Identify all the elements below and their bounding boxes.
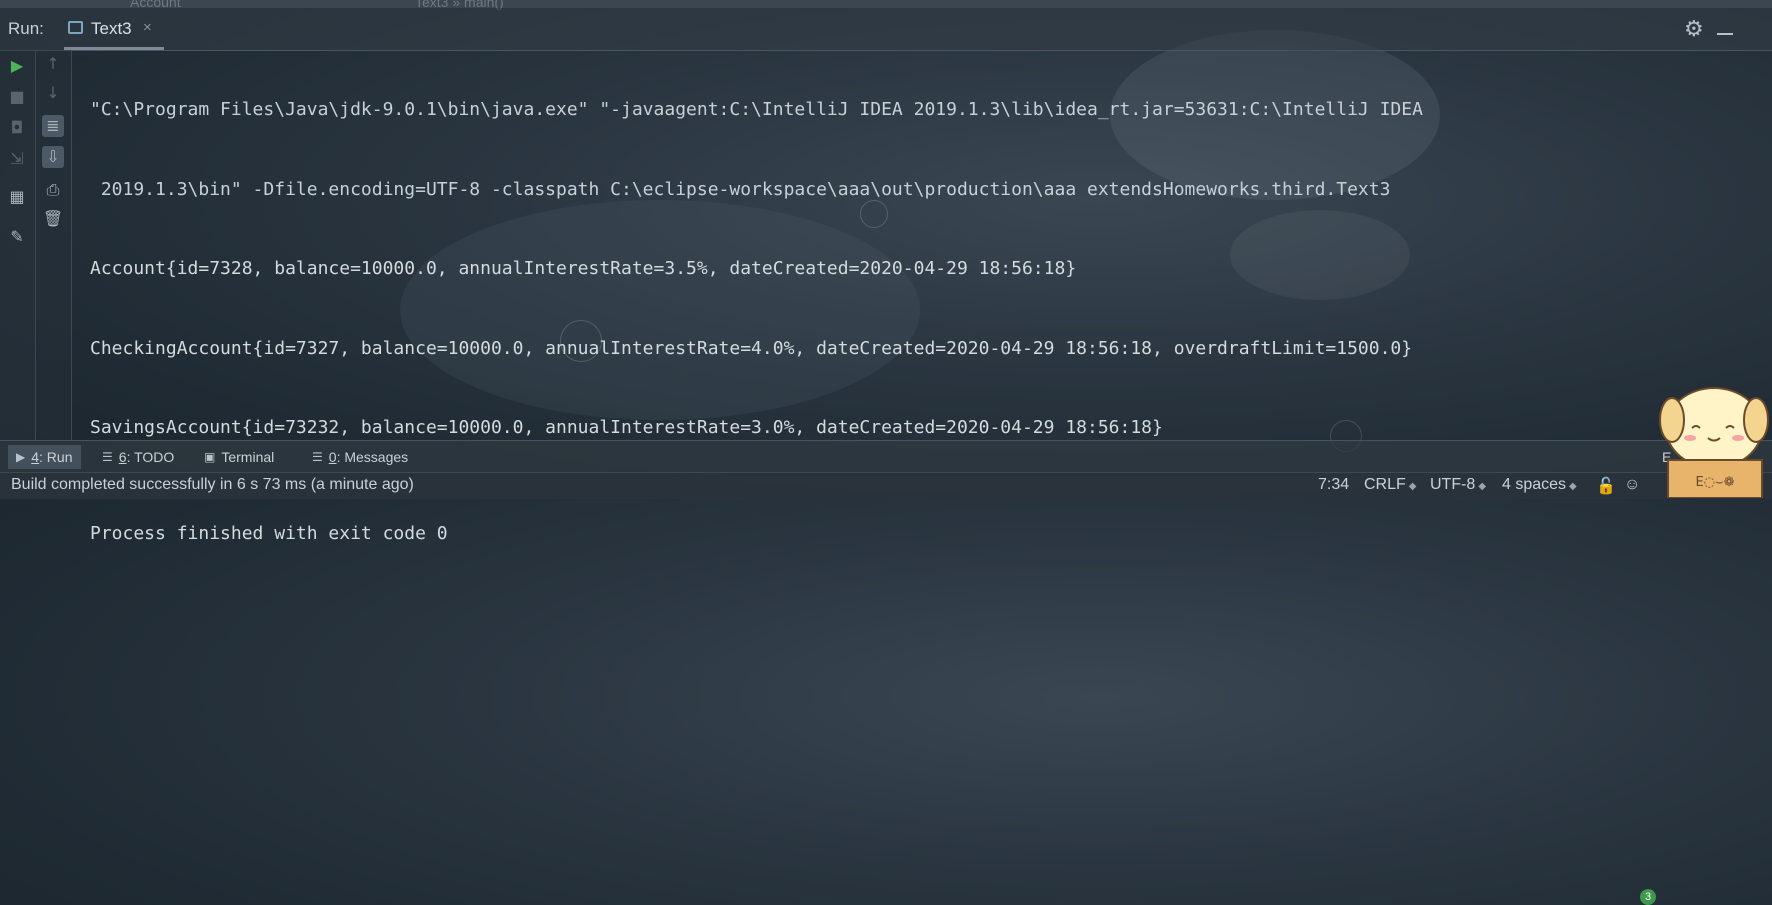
editor-tab-strip: Account Text3 » main() [0, 0, 1772, 10]
tool-window-label: 4: Run [31, 449, 73, 465]
run-icon: ▶ [16, 450, 26, 464]
console-line: "C:\Program Files\Java\jdk-9.0.1\bin\jav… [90, 99, 1423, 120]
chevron-icon: ◆ [1569, 481, 1577, 492]
console-output[interactable]: "C:\Program Files\Java\jdk-9.0.1\bin\jav… [90, 44, 1750, 544]
status-bar: Build completed successfully in 6 s 73 m… [0, 472, 1772, 499]
tool-window-run[interactable]: ▶ 4: Run [8, 445, 81, 469]
tool-window-label: Terminal [221, 449, 275, 465]
chevron-icon: ◆ [1478, 481, 1487, 492]
event-log-icon[interactable]: 3 [1640, 889, 1656, 905]
gear-icon[interactable]: ⚙ [1684, 16, 1704, 42]
messages-icon: ☰ [312, 450, 323, 464]
list-icon: ☰ [102, 450, 113, 464]
inspector-icon[interactable]: ☺ [1624, 476, 1640, 494]
line-separator-selector[interactable]: CRLF ◆ [1364, 476, 1416, 494]
print-icon[interactable]: ⎙ [42, 179, 64, 201]
console-line: CheckingAccount{id=7327, balance=10000.0… [90, 337, 1413, 359]
terminal-icon: ▣ [204, 450, 216, 464]
console-line: SavingsAccount{id=73232, balance=10000.0… [90, 417, 1163, 438]
status-message[interactable]: Build completed successfully in 6 s 73 m… [11, 476, 414, 494]
camera-icon[interactable]: ◘ [6, 117, 28, 139]
soft-wrap-icon[interactable]: ≣ [42, 115, 64, 137]
indent-selector[interactable]: 4 spaces ◆ [1502, 476, 1577, 494]
down-arrow-icon[interactable]: ↓ [42, 82, 64, 104]
run-toolbar-primary: ▶ ■ ◘ ⇲ ▦ ✎ [0, 50, 36, 440]
minimize-icon[interactable] [1717, 33, 1733, 35]
console-line: 2019.1.3\bin" -Dfile.encoding=UTF-8 -cla… [90, 178, 1391, 200]
tool-window-todo[interactable]: ☰ 6: TODO [102, 449, 174, 465]
stop-icon[interactable]: ■ [6, 86, 28, 108]
dog-mascot-icon: E◌⌣❁ [1659, 387, 1769, 498]
tool-window-messages[interactable]: ☰ 0: Messages [312, 449, 408, 465]
chevron-icon: ◆ [1408, 481, 1417, 492]
close-icon[interactable]: × [143, 19, 152, 36]
tool-window-terminal[interactable]: ▣ Terminal [204, 449, 274, 465]
mascot-box-text: E◌⌣❁ [1695, 475, 1734, 490]
run-toolbar-secondary: ↑ ↓ ≣ ⇩ ⎙ 🗑 [36, 50, 72, 440]
tool-window-label: 6: TODO [118, 449, 175, 465]
console-exit-line: Process finished with exit code 0 [90, 522, 448, 544]
tab-label: Text3 [91, 19, 132, 38]
lock-icon[interactable]: 🔓 [1596, 476, 1616, 496]
console-tab-icon [68, 21, 83, 34]
trash-icon[interactable]: 🗑 [42, 208, 64, 230]
tool-window-bar: ▶ 4: Run ☰ 6: TODO ▣ Terminal ☰ 0: Messa… [0, 440, 1772, 905]
caret-position[interactable]: 7:34 [1318, 476, 1349, 494]
scroll-to-end-icon[interactable]: ⇩ [42, 146, 64, 168]
run-label: Run: [8, 19, 44, 38]
layout-icon[interactable]: ▦ [6, 186, 28, 208]
run-icon[interactable]: ▶ [6, 55, 28, 77]
encoding-selector[interactable]: UTF-8 ◆ [1430, 476, 1486, 494]
console-line: Account{id=7328, balance=10000.0, annual… [90, 258, 1077, 279]
tool-window-label: 0: Messages [328, 449, 409, 465]
exit-icon[interactable]: ⇲ [6, 148, 28, 170]
up-arrow-icon[interactable]: ↑ [42, 53, 64, 75]
pin-icon[interactable]: ✎ [6, 226, 28, 248]
